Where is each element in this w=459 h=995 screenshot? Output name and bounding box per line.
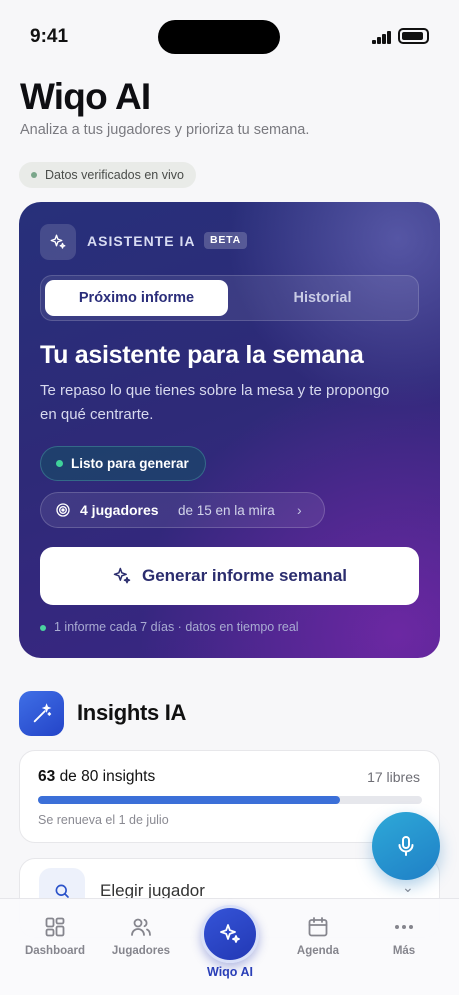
insights-title: Insights IA xyxy=(77,700,187,725)
chevron-right-icon: › xyxy=(297,502,302,518)
assistant-card: ASISTENTE IA BETA Próximo informe Histor… xyxy=(19,202,440,658)
chevron-down-icon: ⌄ xyxy=(402,879,414,895)
verified-badge: Datos verificados en vivo xyxy=(19,162,196,188)
page-title: Wiqo AI xyxy=(20,76,151,117)
players-in-focus-chip[interactable]: 4 jugadores de 15 en la mira › xyxy=(40,492,325,528)
status-bar: 9:41 xyxy=(0,0,459,70)
report-segmented-control: Próximo informe Historial xyxy=(40,275,419,321)
status-dot-icon xyxy=(56,460,63,467)
voice-input-button[interactable] xyxy=(372,812,440,880)
battery-icon xyxy=(398,28,429,44)
beta-badge: BETA xyxy=(204,232,248,249)
tab-agenda[interactable]: Agenda xyxy=(273,915,363,957)
dynamic-island xyxy=(158,20,280,54)
players-context: de 15 en la mira xyxy=(178,503,275,518)
sparkles-icon xyxy=(113,567,131,584)
insights-usage: 63 de 80 insights xyxy=(38,768,155,786)
more-dots-icon xyxy=(395,925,413,929)
tab-wiqo-ai[interactable] xyxy=(201,905,259,963)
ready-status-label: Listo para generar xyxy=(71,456,189,471)
assistant-heading: Tu asistente para la semana xyxy=(40,341,364,369)
page-subtitle: Analiza a tus jugadores y prioriza tu se… xyxy=(20,122,310,138)
tab-players[interactable]: Jugadores xyxy=(96,915,186,957)
assistant-footer-text: 1 informe cada 7 días · datos en tiempo … xyxy=(54,620,299,634)
grid-icon xyxy=(45,917,65,937)
tab-players-label: Jugadores xyxy=(111,945,171,957)
tab-wiqo-ai-label: Wiqo AI xyxy=(207,965,253,979)
tab-dashboard-label: Dashboard xyxy=(24,945,86,957)
assistant-description: Te repaso lo que tienes sobre la mesa y … xyxy=(40,382,390,423)
tab-agenda-label: Agenda xyxy=(296,945,340,957)
tab-more-label: Más xyxy=(392,945,416,957)
calendar-icon xyxy=(308,917,328,937)
signal-icon xyxy=(372,30,392,44)
tab-next-report[interactable]: Próximo informe xyxy=(45,280,228,316)
sparkles-icon xyxy=(40,224,76,260)
insights-used: 63 xyxy=(38,768,56,785)
assistant-label: ASISTENTE IA xyxy=(87,233,196,249)
verified-label: Datos verificados en vivo xyxy=(45,168,184,182)
live-dot-icon xyxy=(40,625,46,631)
insights-progress-fill xyxy=(38,796,341,804)
tab-more[interactable]: Más xyxy=(359,915,449,957)
tab-dashboard[interactable]: Dashboard xyxy=(10,915,100,957)
live-dot-icon xyxy=(31,172,37,178)
microphone-icon xyxy=(398,836,414,856)
magic-wand-icon xyxy=(19,691,64,736)
users-icon xyxy=(131,918,151,936)
assistant-footer: 1 informe cada 7 días · datos en tiempo … xyxy=(40,620,299,634)
insights-total: de 80 insights xyxy=(59,768,156,785)
target-icon xyxy=(56,503,70,517)
insights-free: 17 libres xyxy=(367,769,420,785)
sparkles-icon xyxy=(220,924,240,943)
players-count: 4 jugadores xyxy=(80,502,159,518)
tab-history[interactable]: Historial xyxy=(231,280,414,316)
bottom-tab-bar: Dashboard Jugadores Wiqo AI Agenda Más xyxy=(0,898,459,995)
generate-report-label: Generar informe semanal xyxy=(141,566,348,585)
insights-renew: Se renueva el 1 de julio xyxy=(38,813,169,827)
ready-status-badge: Listo para generar xyxy=(40,446,206,481)
status-time: 9:41 xyxy=(30,26,69,47)
generate-report-button[interactable]: Generar informe semanal xyxy=(40,547,419,605)
insights-progress-bar xyxy=(38,796,422,804)
